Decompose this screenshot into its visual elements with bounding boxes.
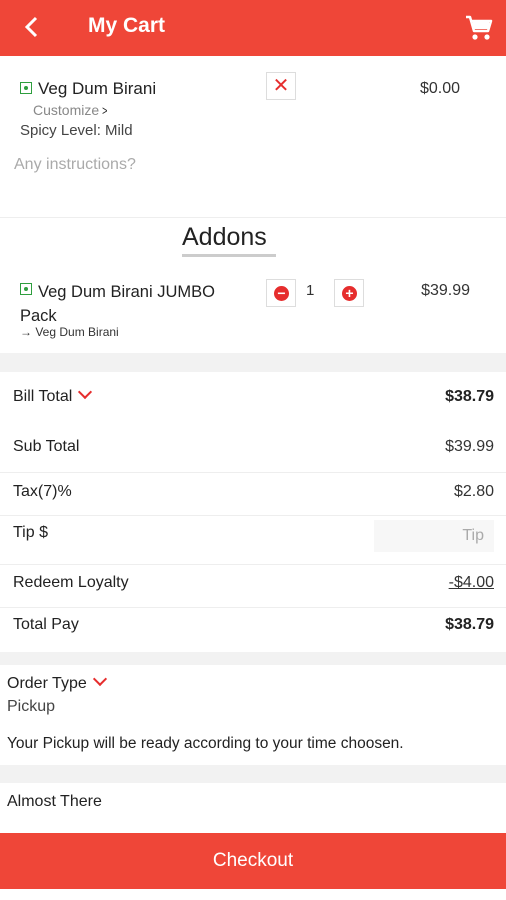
spicy-level: Spicy Level: Mild	[20, 122, 133, 139]
bill-summary: Bill Total $38.79 Sub Total $39.99 Tax(7…	[0, 372, 506, 652]
addons-section-header: Addons	[0, 219, 506, 265]
chevron-down-icon	[78, 384, 93, 400]
page-title: My Cart	[88, 14, 166, 37]
addons-underline	[182, 254, 276, 257]
bill-total-value: $38.79	[445, 388, 494, 405]
pickup-message: Your Pickup will be ready according to y…	[7, 735, 404, 752]
sub-total-value: $39.99	[445, 438, 494, 455]
loyalty-link[interactable]: -$4.00	[449, 574, 494, 592]
addon-price: $39.99	[421, 282, 470, 299]
tax-label: Tax(7)%	[13, 483, 72, 500]
almost-there-label: Almost There	[7, 793, 102, 810]
loyalty-row: Redeem Loyalty -$4.00	[0, 565, 506, 608]
section-divider	[0, 353, 506, 372]
cart-icon[interactable]	[464, 13, 494, 43]
plus-icon: +	[342, 286, 357, 301]
veg-indicator-icon	[20, 82, 32, 94]
increase-quantity-button[interactable]: +	[334, 279, 364, 307]
chevron-right-icon: >	[102, 103, 108, 118]
minus-icon: −	[274, 286, 289, 301]
order-type-label: Order Type	[7, 675, 87, 692]
item-name: Veg Dum Birani	[38, 79, 157, 98]
instructions-input[interactable]: Any instructions?	[14, 156, 136, 174]
decrease-quantity-button[interactable]: −	[266, 279, 296, 307]
addons-heading: Addons	[182, 223, 267, 251]
tip-input[interactable]: Tip	[374, 520, 494, 552]
item-price: $0.00	[419, 80, 460, 97]
tax-value: $2.80	[453, 483, 494, 500]
bill-total-row[interactable]: Bill Total $38.79	[0, 372, 506, 424]
tax-row: Tax(7)% $2.80	[0, 473, 506, 516]
order-type-value: Pickup	[7, 698, 56, 715]
tip-row: Tip $ Tip	[0, 516, 506, 565]
section-divider	[0, 652, 506, 665]
almost-there-section: Almost There	[0, 783, 506, 833]
section-divider	[0, 765, 506, 783]
back-chevron-icon[interactable]	[18, 12, 48, 42]
loyalty-label: Redeem Loyalty	[13, 574, 129, 591]
sub-total-row: Sub Total $39.99	[0, 424, 506, 473]
cart-item: Veg Dum Birani Customize > Spicy Level: M…	[0, 56, 506, 218]
tip-label: Tip $	[13, 524, 48, 541]
bill-total-label: Bill Total	[13, 388, 73, 405]
addon-name: Veg Dum Birani JUMBO Pack	[20, 283, 215, 325]
addon-parent: → Veg Dum Birani	[20, 325, 119, 339]
checkout-button[interactable]: Checkout	[0, 833, 506, 889]
addon-item: Veg Dum Birani JUMBO Pack → Veg Dum Bira…	[0, 265, 506, 353]
customize-label: Customize	[33, 102, 100, 118]
total-pay-value: $38.79	[445, 616, 494, 633]
addon-quantity: 1	[306, 282, 315, 299]
customize-link[interactable]: Customize >	[33, 102, 109, 118]
total-pay-label: Total Pay	[13, 616, 79, 633]
chevron-down-icon	[92, 671, 107, 687]
total-pay-row: Total Pay $38.79	[0, 608, 506, 652]
sub-total-label: Sub Total	[13, 438, 80, 455]
order-type-toggle[interactable]: Order Type	[7, 671, 107, 693]
remove-item-button[interactable]: ✕	[266, 72, 296, 100]
app-header: My Cart	[0, 0, 506, 56]
order-type-section: Order Type Pickup Your Pickup will be re…	[0, 665, 506, 765]
